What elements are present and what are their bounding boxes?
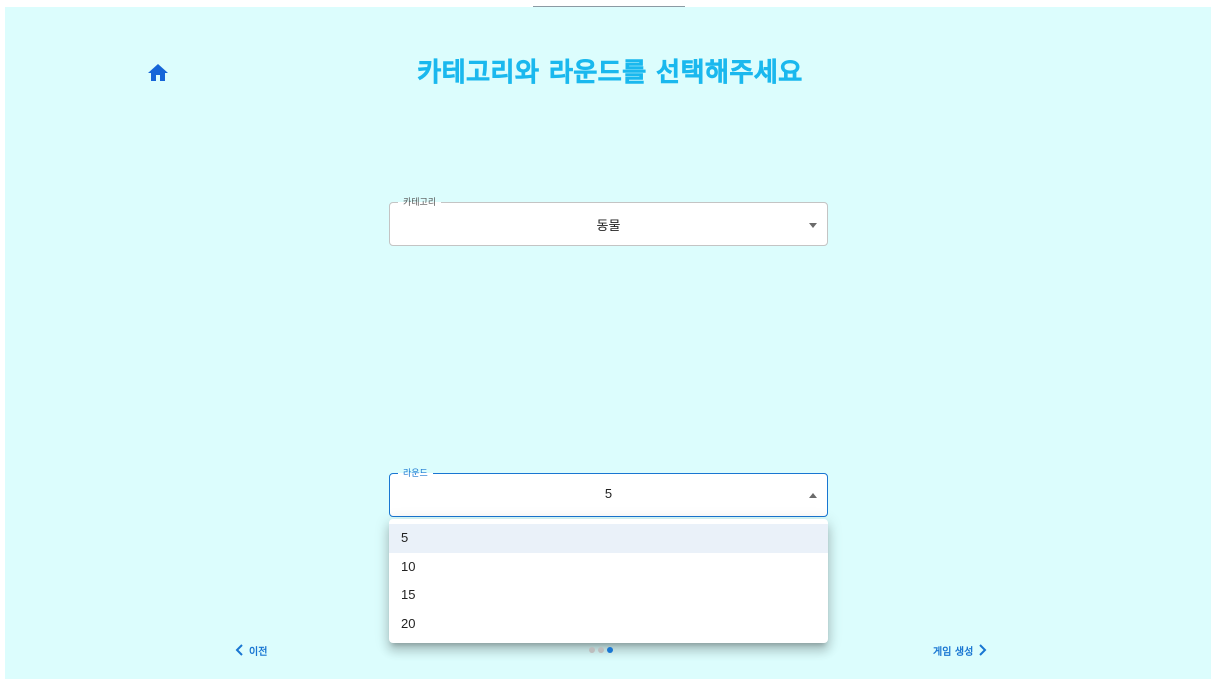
home-button[interactable]: [146, 61, 170, 85]
round-option[interactable]: 20: [389, 610, 828, 639]
round-options-menu: 5 10 15 20: [389, 519, 828, 643]
page-title: 카테고리와 라운드를 선택해주세요: [417, 58, 803, 89]
round-option[interactable]: 5: [389, 524, 828, 553]
next-button[interactable]: 게임 생성: [933, 643, 987, 658]
prev-button[interactable]: 이전: [235, 643, 268, 658]
category-select-label: 카테고리: [398, 195, 442, 209]
prev-button-label: 이전: [249, 646, 268, 658]
chevron-left-icon: [235, 644, 243, 656]
step-indicator: [589, 647, 613, 653]
step-dot-active: [607, 647, 613, 653]
chevron-right-icon: [979, 644, 987, 656]
home-icon: [148, 64, 168, 81]
category-select-value: 동물: [596, 218, 621, 233]
step-dot: [589, 647, 595, 653]
arrow-drop-down-icon: [809, 223, 817, 228]
round-select-value: 5: [604, 486, 613, 501]
arrow-drop-up-icon: [809, 493, 817, 498]
round-option[interactable]: 10: [389, 553, 828, 582]
next-button-label: 게임 생성: [933, 646, 974, 658]
step-dot: [598, 647, 604, 653]
round-select-label: 라운드: [398, 466, 433, 480]
round-select[interactable]: 라운드 5: [389, 466, 828, 517]
category-select[interactable]: 카테고리 동물: [389, 195, 828, 246]
round-option[interactable]: 15: [389, 581, 828, 610]
